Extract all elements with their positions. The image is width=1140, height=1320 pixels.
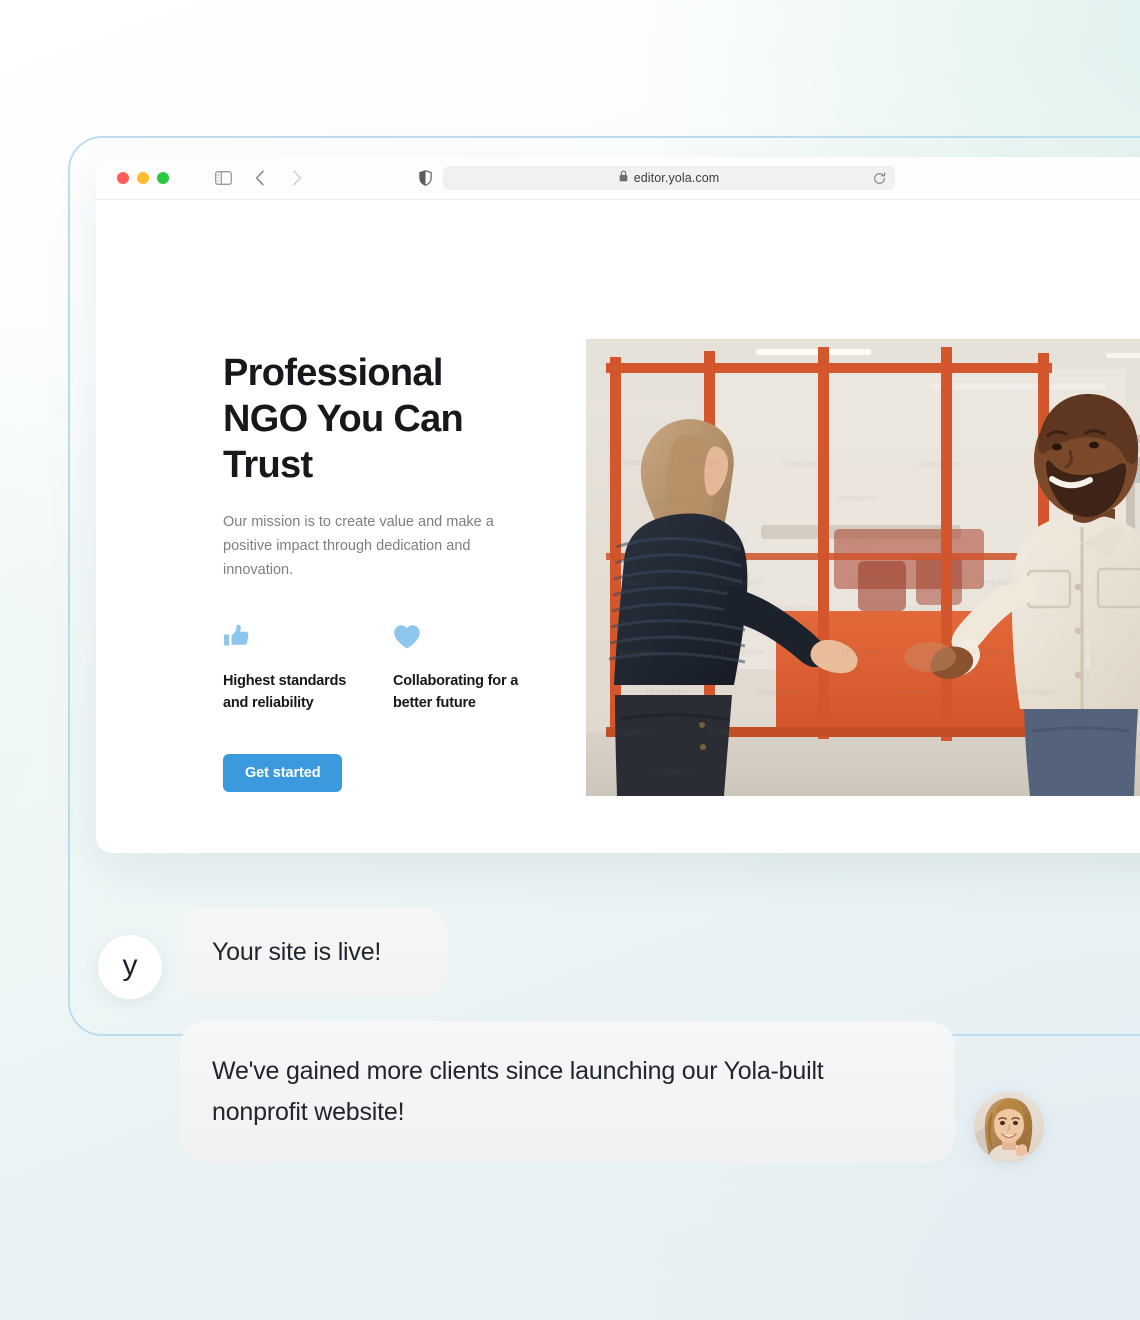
svg-text:Unsplash+: Unsplash+ <box>608 727 651 737</box>
svg-text:Unsplash+: Unsplash+ <box>838 537 881 547</box>
sidebar-toggle-icon[interactable] <box>213 168 233 188</box>
svg-text:Unsplash+: Unsplash+ <box>978 577 1021 587</box>
browser-toolbar: editor.yola.com <box>96 157 1140 200</box>
thumbs-up-icon <box>223 618 353 650</box>
page-title: Professional NGO You Can Trust <box>223 352 464 486</box>
site-canvas: Professional NGO You Can Trust Our missi… <box>96 200 1140 853</box>
chat-message-text: We've gained more clients since launchin… <box>212 1057 824 1126</box>
address-bar-group: editor.yola.com <box>417 166 895 190</box>
feature-label: Highest standards and reliability <box>223 673 347 711</box>
svg-text:Unsplash+: Unsplash+ <box>608 457 651 467</box>
chat-bubble-testimonial: We've gained more clients since launchin… <box>180 1021 955 1163</box>
svg-text:Unsplash+: Unsplash+ <box>842 647 885 657</box>
svg-text:Unsplash+: Unsplash+ <box>1114 751 1140 761</box>
back-chevron-icon[interactable] <box>250 168 270 188</box>
url-content: editor.yola.com <box>619 169 720 187</box>
svg-text:Unsplash+: Unsplash+ <box>836 493 879 503</box>
svg-text:Unsplash+: Unsplash+ <box>852 577 895 587</box>
svg-text:Unsplash+: Unsplash+ <box>782 459 825 469</box>
svg-text:Unsplash+: Unsplash+ <box>886 687 929 697</box>
svg-text:Unsplash+: Unsplash+ <box>646 687 689 697</box>
svg-text:Unsplash+: Unsplash+ <box>720 577 763 587</box>
hero-photo: Unsplash+ Unsplash+ Unsplash+ Unsplash+ Un… <box>586 339 1140 796</box>
page-root: editor.yola.com Professional NGO You Can… <box>0 0 1140 1320</box>
svg-text:Unsplash+: Unsplash+ <box>652 767 695 777</box>
svg-text:Unsplash+: Unsplash+ <box>968 647 1011 657</box>
close-window-button[interactable] <box>117 172 129 184</box>
svg-text:Unsplash+: Unsplash+ <box>644 497 687 507</box>
svg-text:Unsplash+: Unsplash+ <box>908 603 951 613</box>
avatar <box>974 1092 1044 1162</box>
window-controls[interactable] <box>117 172 169 184</box>
svg-text:Unsplash+: Unsplash+ <box>722 647 765 657</box>
yola-logo-icon: y <box>122 949 138 982</box>
chat-message-text: Your site is live! <box>212 938 382 966</box>
lock-icon <box>619 169 628 187</box>
svg-text:Unsplash+: Unsplash+ <box>710 727 753 737</box>
url-text: editor.yola.com <box>633 171 720 185</box>
svg-text:Unsplash+: Unsplash+ <box>610 577 653 587</box>
brand-avatar: y <box>98 935 162 999</box>
feature-list: Highest standards and reliability Collab… <box>223 618 523 714</box>
maximize-window-button[interactable] <box>157 172 169 184</box>
hero-copy: Professional NGO You Can Trust Our missi… <box>223 350 523 792</box>
svg-text:Unsplash+: Unsplash+ <box>614 647 657 657</box>
url-input[interactable]: editor.yola.com <box>443 166 895 190</box>
svg-text:Unsplash+: Unsplash+ <box>678 457 721 467</box>
hero-paragraph: Our mission is to create value and make … <box>223 514 494 578</box>
browser-window: editor.yola.com Professional NGO You Can… <box>96 157 1140 853</box>
svg-text:Unsplash+: Unsplash+ <box>772 603 815 613</box>
heart-icon <box>393 618 523 650</box>
feature-label: Collaborating for a better future <box>393 673 519 711</box>
svg-text:Unsplash+: Unsplash+ <box>1016 687 1059 697</box>
browser-nav-controls <box>213 168 307 188</box>
svg-text:Unsplash+: Unsplash+ <box>916 459 959 469</box>
get-started-button[interactable]: Get started <box>223 754 343 792</box>
feature-item-standards: Highest standards and reliability <box>223 618 353 714</box>
chat-bubble-status: Your site is live! <box>180 908 448 997</box>
shield-icon[interactable] <box>417 169 433 187</box>
reload-icon[interactable] <box>872 171 886 185</box>
svg-text:Unsplash+: Unsplash+ <box>1056 751 1099 761</box>
feature-item-collaboration: Collaborating for a better future <box>393 618 523 714</box>
minimize-window-button[interactable] <box>137 172 149 184</box>
svg-text:Unsplash+: Unsplash+ <box>756 687 799 697</box>
svg-text:Unsplash+: Unsplash+ <box>704 537 747 547</box>
forward-chevron-icon[interactable] <box>287 168 307 188</box>
